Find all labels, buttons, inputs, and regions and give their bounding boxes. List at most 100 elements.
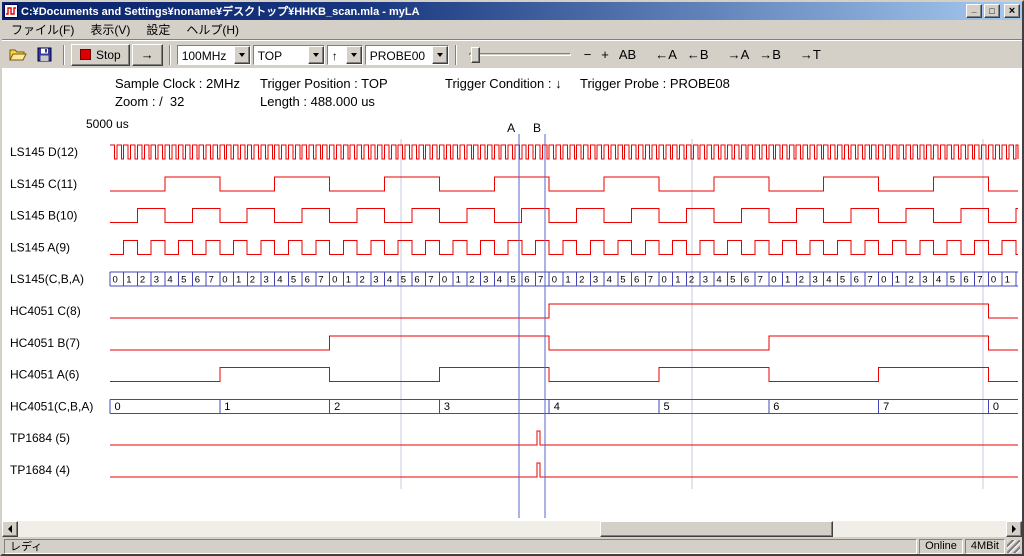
bus-value: 6 <box>524 275 529 286</box>
trigger-position-value: TOP <box>254 46 308 64</box>
stop-icon <box>80 49 91 60</box>
waveform-trace <box>110 209 1018 223</box>
zoom-in-button[interactable]: + <box>596 44 614 66</box>
time-scale-label: 5000 us <box>86 117 129 131</box>
bus-value: 0 <box>993 401 999 413</box>
cursor-ab-button[interactable]: AB <box>614 44 641 66</box>
bus-value: 1 <box>346 275 351 286</box>
dropdown-button[interactable] <box>234 46 250 64</box>
resize-grip[interactable] <box>1007 540 1020 553</box>
zoom-slider[interactable] <box>467 44 573 66</box>
stop-button[interactable]: Stop <box>71 44 130 66</box>
bus-value: 1 <box>236 275 241 286</box>
jump-right-cursor-b-button[interactable]: →B <box>754 44 786 66</box>
bus-value: 6 <box>414 275 419 286</box>
bus-value: 7 <box>209 275 214 286</box>
channel-label: HC4051 B(7) <box>10 336 80 350</box>
channel-label: HC4051(C,B,A) <box>10 399 93 413</box>
bus-value: 2 <box>579 275 584 286</box>
bus-value: 7 <box>538 275 543 286</box>
slider-handle[interactable] <box>471 47 480 63</box>
channel-label: HC4051 A(6) <box>10 368 79 382</box>
scroll-right-button[interactable] <box>1006 521 1022 537</box>
channel-label: LS145 C(11) <box>10 177 77 191</box>
bus-value: 6 <box>195 275 200 286</box>
bus-value: 2 <box>689 275 694 286</box>
trigger-probe-select[interactable]: PROBE00 <box>365 45 449 65</box>
bus-value: 1 <box>126 275 131 286</box>
run-button[interactable]: → <box>132 44 163 66</box>
bus-value: 7 <box>318 275 323 286</box>
bus-value: 2 <box>334 401 340 413</box>
jump-right-cursor-a-button[interactable]: →A <box>723 44 755 66</box>
jump-trigger-button[interactable]: →T <box>795 44 826 66</box>
run-arrow-icon: → <box>141 47 154 62</box>
bus-value: 3 <box>703 275 708 286</box>
waveform-trace <box>110 463 1018 477</box>
bus-value: 6 <box>963 275 968 286</box>
menu-item-help[interactable]: ヘルプ(H) <box>178 18 247 41</box>
channel-label: LS145 A(9) <box>10 240 70 254</box>
bus-value: 3 <box>154 275 159 286</box>
bus-value: 5 <box>840 275 845 286</box>
status-ready: レディ <box>4 539 917 554</box>
jump-left-cursor-a-button[interactable]: ←A <box>650 44 682 66</box>
bus-value: 1 <box>895 275 900 286</box>
bus-value: 6 <box>854 275 859 286</box>
scroll-track[interactable] <box>18 521 1006 537</box>
dropdown-button[interactable] <box>308 46 324 64</box>
bus-value: 2 <box>140 275 145 286</box>
save-file-button[interactable] <box>32 44 57 66</box>
bus-value: 4 <box>497 275 502 286</box>
waveform-display[interactable]: 5000 us LS145 D(12) LS145 C(11) LS145 B(10)… <box>2 68 1022 521</box>
menu-item-view[interactable]: 表示(V) <box>82 18 138 41</box>
bus-value: 3 <box>373 275 378 286</box>
bus-value: 5 <box>401 275 406 286</box>
menu-item-file[interactable]: ファイル(F) <box>3 18 82 41</box>
bus-value: 2 <box>360 275 365 286</box>
toolbar: Stop → 100MHz TOP ↑ PROBE00 −+AB ←A←B →A→B… <box>2 40 1022 68</box>
trigger-edge-select[interactable]: ↑ <box>327 45 363 65</box>
toolbar-separator <box>63 45 65 65</box>
maximize-button[interactable]: □ <box>984 4 1000 18</box>
bus-value: 6 <box>744 275 749 286</box>
sample-clock-value: 100MHz <box>178 46 234 64</box>
sample-clock-select[interactable]: 100MHz <box>177 45 251 65</box>
chevron-down-icon <box>351 53 357 57</box>
horizontal-scrollbar[interactable] <box>2 521 1022 537</box>
waveform-trace <box>110 177 1018 191</box>
jump-left-cursor-b-button[interactable]: ←B <box>682 44 714 66</box>
waveform-trace <box>110 431 1018 445</box>
status-online: Online <box>919 539 963 554</box>
open-file-button[interactable] <box>5 44 30 66</box>
channel-label: LS145 B(10) <box>10 209 77 223</box>
toolbar-separator <box>455 45 457 65</box>
bus-value: 0 <box>662 275 667 286</box>
bus-value: 0 <box>115 401 121 413</box>
floppy-disk-icon <box>37 47 52 62</box>
bus-value: 4 <box>277 275 282 286</box>
menubar: ファイル(F)表示(V)設定ヘルプ(H) <box>2 20 1022 40</box>
zoom-out-button[interactable]: − <box>579 44 597 66</box>
trigger-edge-value: ↑ <box>328 46 346 64</box>
channel-label: LS145(C,B,A) <box>10 272 84 286</box>
close-button[interactable]: × <box>1004 4 1020 18</box>
channel-label: LS145 D(12) <box>10 145 78 159</box>
window-controls: _ □ × <box>966 4 1020 18</box>
bus-value: 6 <box>305 275 310 286</box>
bus-value: 5 <box>664 401 670 413</box>
trigger-position-select[interactable]: TOP <box>253 45 325 65</box>
bus-value: 7 <box>758 275 763 286</box>
main-content: Sample Clock : 2MHz Trigger Position : T… <box>2 68 1022 521</box>
waveform-trace <box>110 240 1018 254</box>
scroll-thumb[interactable] <box>600 521 833 537</box>
dropdown-button[interactable] <box>432 46 448 64</box>
bus-value: 0 <box>881 275 886 286</box>
scroll-left-button[interactable] <box>2 521 18 537</box>
bus-value: 3 <box>922 275 927 286</box>
bus-value: 7 <box>428 275 433 286</box>
dropdown-button[interactable] <box>346 46 362 64</box>
minimize-button[interactable]: _ <box>966 4 982 18</box>
menu-item-settings[interactable]: 設定 <box>138 18 178 41</box>
app-window: C:¥Documents and Settings¥noname¥デスクトップ¥… <box>0 0 1024 556</box>
